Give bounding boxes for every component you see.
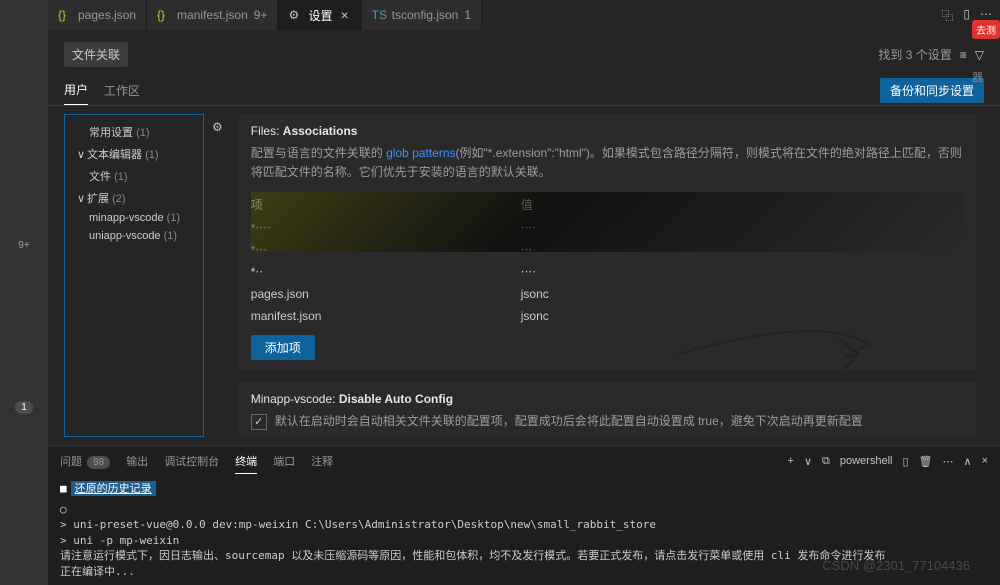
terminal-name[interactable]: powershell	[840, 455, 893, 467]
nav-text-editor[interactable]: ∨文本编辑器 (1)	[69, 143, 199, 165]
panel-tab-problems[interactable]: 问题 98	[60, 449, 110, 473]
header-key: 项	[251, 196, 521, 213]
gray-chip: 器	[972, 69, 1000, 85]
split-terminal-icon[interactable]: ▯	[902, 455, 908, 468]
settings-nav: 常用设置 (1) ∨文本编辑器 (1) 文件 (1) ∨扩展 (2) minap…	[64, 114, 204, 437]
setting-description: 默认在启动时会自动相关文件关联的配置项，配置成功后会将此配置自动设置成 true…	[275, 412, 863, 431]
powershell-icon: ⧉	[822, 455, 830, 468]
new-terminal-icon[interactable]: +	[788, 455, 794, 467]
editor-area: {} pages.json {} manifest.json 9+ ⚙ 设置 ×…	[48, 0, 1000, 445]
header-value: 值	[521, 196, 533, 213]
json-icon: {}	[58, 8, 72, 22]
checkbox[interactable]: ✓	[251, 414, 267, 430]
terminal-line: > uni-preset-vue@0.0.0 dev:mp-weixin C:\…	[60, 517, 988, 532]
nav-files[interactable]: 文件 (1)	[69, 165, 199, 187]
nav-minapp[interactable]: minapp-vscode (1)	[69, 209, 199, 227]
tab-bar: {} pages.json {} manifest.json 9+ ⚙ 设置 ×…	[48, 0, 1000, 30]
setting-minapp-disable-auto: Minapp-vscode: Disable Auto Config ✓ 默认在…	[239, 382, 976, 437]
history-restore: ■还原的历史记录	[60, 480, 988, 496]
tab-settings[interactable]: ⚙ 设置 ×	[278, 0, 361, 30]
setting-title: Minapp-vscode: Disable Auto Config	[251, 392, 964, 406]
close-panel-icon[interactable]: ×	[982, 455, 988, 467]
search-input[interactable]: 文件关联	[64, 42, 128, 67]
table-row[interactable]: *‧‧‧‧‧‧	[251, 261, 964, 283]
table-header: 项 值	[251, 192, 964, 217]
add-item-button[interactable]: 添加项	[251, 335, 315, 360]
settings-scope-tabs: 用户 工作区 备份和同步设置	[48, 75, 1000, 106]
ts-icon: TS	[372, 8, 386, 22]
nav-uniapp[interactable]: uniapp-vscode (1)	[69, 227, 199, 245]
setting-description: 配置与语言的文件关联的 glob patterns(例如"*.extension…	[251, 144, 964, 182]
list-icon[interactable]: ≡	[960, 48, 967, 62]
settings-body: 常用设置 (1) ∨文本编辑器 (1) 文件 (1) ∨扩展 (2) minap…	[48, 106, 1000, 445]
gear-icon[interactable]: ⚙	[212, 114, 223, 437]
settings-header: 文件关联 找到 3 个设置 ≡ ▽	[48, 30, 1000, 75]
glob-patterns-link[interactable]: glob patterns	[386, 146, 455, 160]
nav-extensions[interactable]: ∨扩展 (2)	[69, 187, 199, 209]
tab-manifest-json[interactable]: {} manifest.json 9+	[147, 0, 278, 30]
table-row[interactable]: *‧‧‧‧‧‧	[251, 239, 964, 261]
tab-tsconfig-json[interactable]: TS tsconfig.json 1	[362, 0, 482, 30]
table-row[interactable]: *‧‧‧‧‧‧‧‧	[251, 217, 964, 239]
scope-tab-user[interactable]: 用户	[64, 75, 88, 105]
panel-tab-ports[interactable]: 端口	[273, 449, 295, 473]
terminal-line: 正在编译中...	[60, 564, 988, 579]
associations-table: 项 值 *‧‧‧‧‧‧‧‧ *‧‧‧‧‧‧ *‧‧‧‧‧‧ pages.json…	[251, 192, 964, 360]
table-row[interactable]: manifest.jsonjsonc	[251, 305, 964, 327]
search-count: 找到 3 个设置	[878, 46, 951, 63]
settings-icon: ⚙	[288, 8, 302, 22]
trash-icon[interactable]: 🗑	[919, 455, 933, 468]
red-badge[interactable]: 去测	[972, 20, 1000, 39]
sync-settings-button[interactable]: 备份和同步设置	[880, 78, 984, 103]
activity-badge: 9+	[18, 240, 29, 251]
terminal-line: 请注意运行模式下，因日志输出、sourcemap 以及未压缩源码等原因，性能和包…	[60, 548, 988, 563]
close-icon[interactable]: ×	[338, 7, 350, 23]
tab-label: pages.json	[78, 8, 136, 22]
terminal-line: > uni -p mp-weixin	[60, 533, 988, 548]
split-editor-icon[interactable]: ▯	[963, 7, 970, 24]
panel-tab-terminal[interactable]: 终端	[235, 449, 257, 474]
dirty-indicator: 9+	[254, 8, 268, 22]
tab-label: tsconfig.json	[392, 8, 459, 22]
more-icon[interactable]: ⋯	[943, 455, 954, 468]
tab-label: 设置	[308, 7, 332, 24]
json-icon: {}	[157, 8, 171, 22]
table-row[interactable]: pages.jsonjsonc	[251, 283, 964, 305]
panel-tabs: 问题 98 输出 调试控制台 终端 端口 注释 + ∨ ⧉ powershell…	[48, 446, 1000, 476]
open-editors-icon[interactable]: ⿻	[941, 7, 953, 24]
setting-files-associations: Files: Associations 配置与语言的文件关联的 glob pat…	[239, 114, 976, 370]
activity-badge-2: 1	[15, 401, 33, 414]
tab-label: manifest.json	[177, 8, 248, 22]
nav-common[interactable]: 常用设置 (1)	[69, 121, 199, 143]
terminal-line: ○	[60, 502, 988, 517]
setting-title: Files: Associations	[251, 124, 964, 138]
dirty-indicator: 1	[464, 8, 471, 22]
scope-tab-workspace[interactable]: 工作区	[104, 76, 140, 105]
settings-content: Files: Associations 配置与语言的文件关联的 glob pat…	[231, 114, 984, 437]
chevron-up-icon[interactable]: ∧	[964, 455, 972, 468]
bottom-panel: 问题 98 输出 调试控制台 终端 端口 注释 + ∨ ⧉ powershell…	[48, 445, 1000, 585]
panel-tab-debug[interactable]: 调试控制台	[164, 449, 219, 473]
tab-pages-json[interactable]: {} pages.json	[48, 0, 147, 30]
chevron-down-icon[interactable]: ∨	[804, 455, 812, 468]
right-overlay: 去测 器	[972, 20, 1000, 85]
terminal-body[interactable]: ■还原的历史记录 ○ > uni-preset-vue@0.0.0 dev:mp…	[48, 476, 1000, 583]
panel-actions: + ∨ ⧉ powershell ▯ 🗑 ⋯ ∧ ×	[788, 455, 988, 468]
panel-tab-output[interactable]: 输出	[126, 449, 148, 473]
activity-bar: 9+ 1	[0, 0, 48, 585]
panel-tab-comments[interactable]: 注释	[311, 449, 333, 473]
